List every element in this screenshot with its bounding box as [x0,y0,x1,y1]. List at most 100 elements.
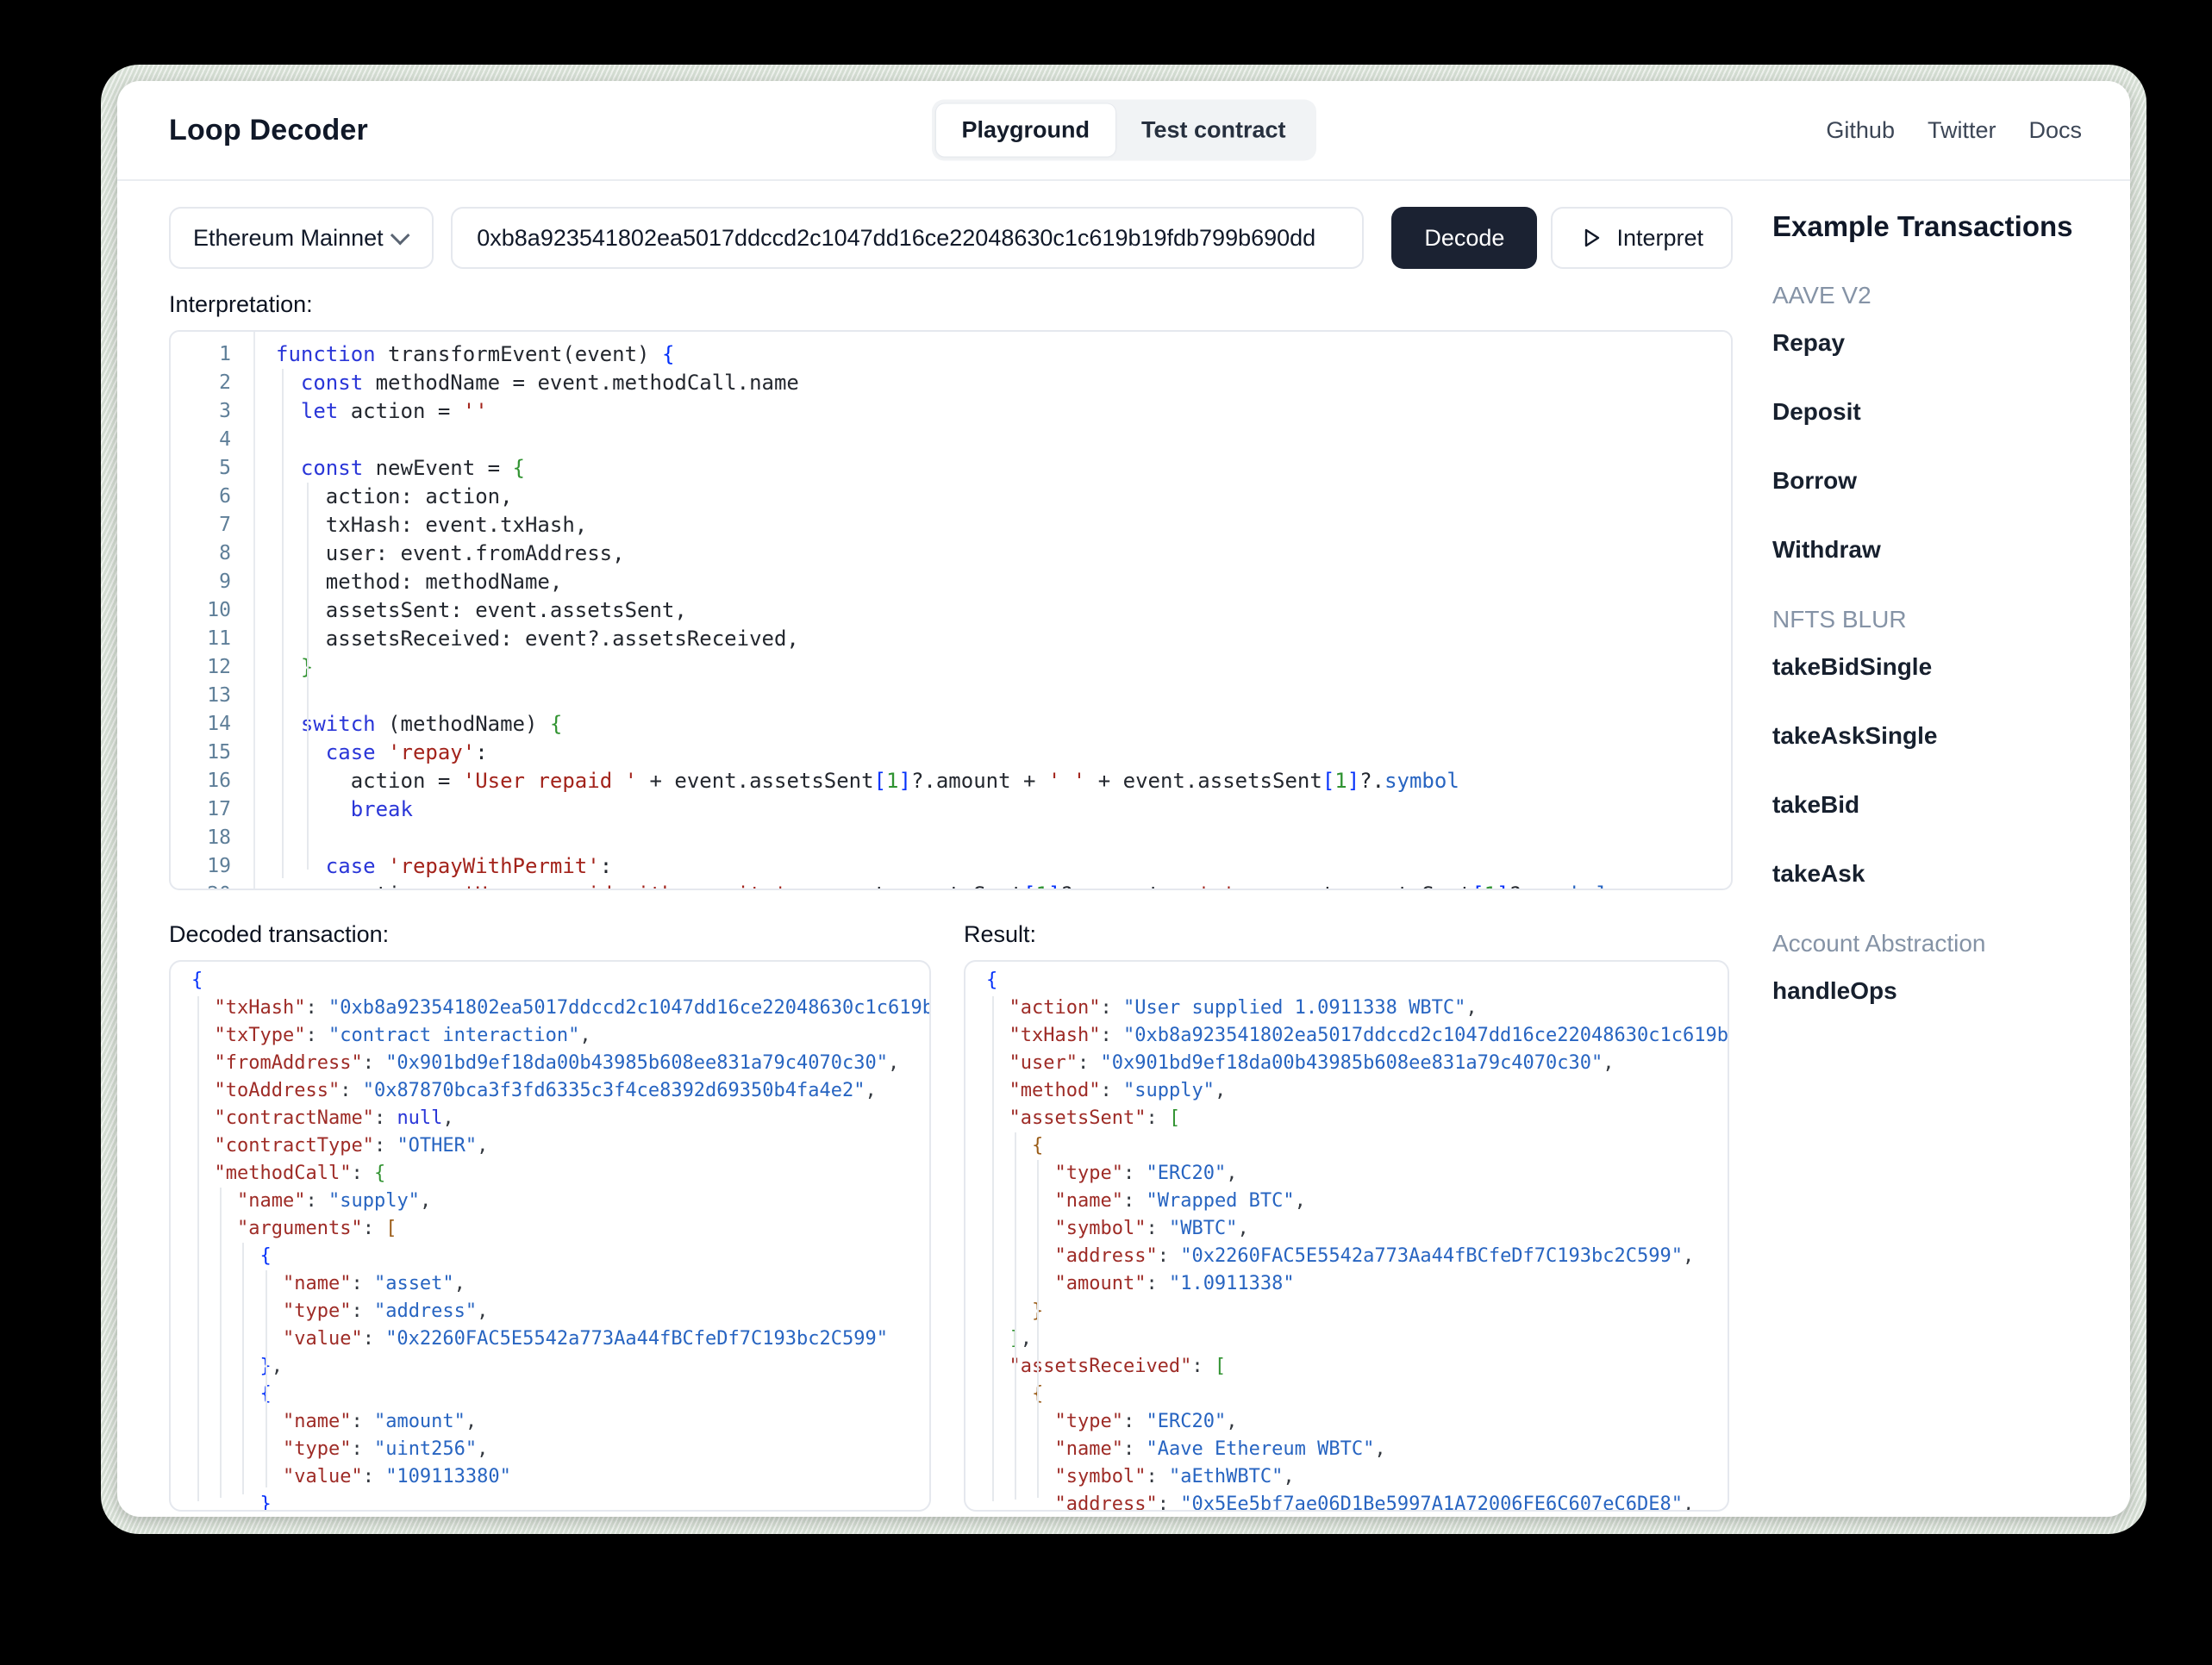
code-token: , [477,1438,489,1460]
code-token: : [373,1135,397,1157]
sidebar-item-takebid[interactable]: takeBid [1772,793,2099,817]
code-token: 1 [886,769,899,793]
tab-playground[interactable]: Playground [935,103,1115,157]
line-number: 1 [219,343,231,365]
code-token: ] [1347,769,1360,793]
code-token: transformEvent(event) [375,342,662,366]
indent-guide [282,369,284,878]
code-token: ] [1497,882,1509,889]
code-token: ?. [1359,769,1385,793]
code-token: , [579,1025,591,1046]
code-line-content: action = 'User repaid with permit ' + ev… [276,881,1609,889]
sidebar-item-withdraw[interactable]: Withdraw [1772,538,2099,562]
controls-row: Ethereum Mainnet Decode Interpret [169,207,1733,269]
code-token: } [259,1494,272,1512]
json-line: "type": "address", [191,1298,929,1325]
line-number: 3 [219,400,231,422]
code-token: let [300,399,339,423]
code-token: : [1146,1218,1169,1239]
code-line: 15 case 'repay': [171,739,1731,767]
docs-link[interactable]: Docs [2028,117,2082,144]
code-token: case [325,854,376,878]
sidebar-item-borrow[interactable]: Borrow [1772,469,2099,493]
code-token: action = [276,769,463,793]
sidebar-item-takeask[interactable]: takeAsk [1772,862,2099,886]
sidebar-item-deposit[interactable]: Deposit [1772,400,2099,424]
line-number: 20 [171,881,231,889]
github-link[interactable]: Github [1826,117,1895,144]
code-token: + event.assetsSent [1235,882,1472,889]
code-line: 19 case 'repayWithPermit': [171,852,1731,881]
decoded-panel[interactable]: { "txHash": "0xb8a923541802ea5017ddccd2c… [169,960,931,1512]
code-token: ] [898,769,911,793]
code-token: , [1294,1190,1306,1212]
line-number: 16 [207,770,231,792]
line-number: 2 [219,371,231,394]
code-token: [ [1214,1356,1227,1377]
sidebar-section-label: Account Abstraction [1772,930,1986,957]
code-line-content: function transformEvent(event) { [276,340,674,369]
code-token: [ [1168,1107,1181,1129]
code-token: "supply" [1122,1080,1215,1101]
code-token: "0x2260FAC5E5542a773Aa44fBCfeDf7C193bc2C… [1180,1245,1683,1267]
code-line: 5 const newEvent = { [171,454,1731,483]
output-panels: Decoded transaction: { "txHash": "0xb8a9… [169,921,1733,1512]
code-token: [ [385,1218,397,1239]
json-line: { [191,967,929,995]
code-token: , [1226,1163,1238,1184]
code-token: ?.amount + [1060,882,1197,889]
code-token: "0x901bd9ef18da00b43985b608ee831a79c4070… [1100,1052,1603,1074]
window-frame: Loop Decoder Playground Test contract Gi… [101,65,2146,1534]
json-line: } [986,1298,1728,1325]
line-number: 19 [207,855,231,877]
code-token: '' [462,399,488,423]
code-token: { [512,456,525,480]
code-line: 11 assetsReceived: event?.assetsReceived… [171,625,1731,653]
code-token: 'User repaid ' [462,769,638,793]
sidebar-item-repay[interactable]: Repay [1772,331,2099,355]
code-token: : [1100,1025,1123,1046]
code-line-content: const methodName = event.methodCall.name [276,369,799,397]
tab-test-contract[interactable]: Test contract [1115,104,1312,157]
code-token: : [1157,1245,1181,1267]
code-token: txHash: event.txHash, [276,513,588,537]
code-token: , [442,1107,454,1129]
code-token: "methodCall" [214,1163,352,1184]
code-editor[interactable]: 1 function transformEvent(event) { 2 const… [169,330,1733,890]
decode-button[interactable]: Decode [1391,207,1538,269]
code-token: "value" [282,1466,363,1487]
network-select-value: Ethereum Mainnet [193,224,384,251]
code-token: : [475,740,488,764]
code-token: "symbol" [1054,1466,1147,1487]
json-line: "type": "ERC20", [986,1408,1728,1436]
interpret-button[interactable]: Interpret [1551,207,1733,269]
network-select[interactable]: Ethereum Mainnet [169,207,434,269]
line-number: 10 [207,599,231,621]
sidebar-item-takeasksingle[interactable]: takeAskSingle [1772,724,2099,748]
tx-hash-input[interactable] [451,207,1365,269]
code-token: : [305,1190,328,1212]
code-token: const [300,371,364,395]
line-number: 17 [207,798,231,820]
decoded-column: Decoded transaction: { "txHash": "0xb8a9… [169,921,931,1512]
code-line: 9 method: methodName, [171,568,1731,596]
result-panel[interactable]: { "action": "User supplied 1.0911338 WBT… [964,960,1729,1512]
code-token: , [477,1135,489,1157]
code-token: : [305,997,328,1019]
examples-sidebar: Example Transactions AAVE V2 Repay Deposit… [1772,200,2099,1512]
twitter-link[interactable]: Twitter [1928,117,1996,144]
sidebar-item-takebidsingle[interactable]: takeBidSingle [1772,655,2099,679]
sidebar-item-handleops[interactable]: handleOps [1772,979,2099,1003]
code-token: : [1191,1356,1215,1377]
view-toggle: Playground Test contract [931,99,1316,161]
